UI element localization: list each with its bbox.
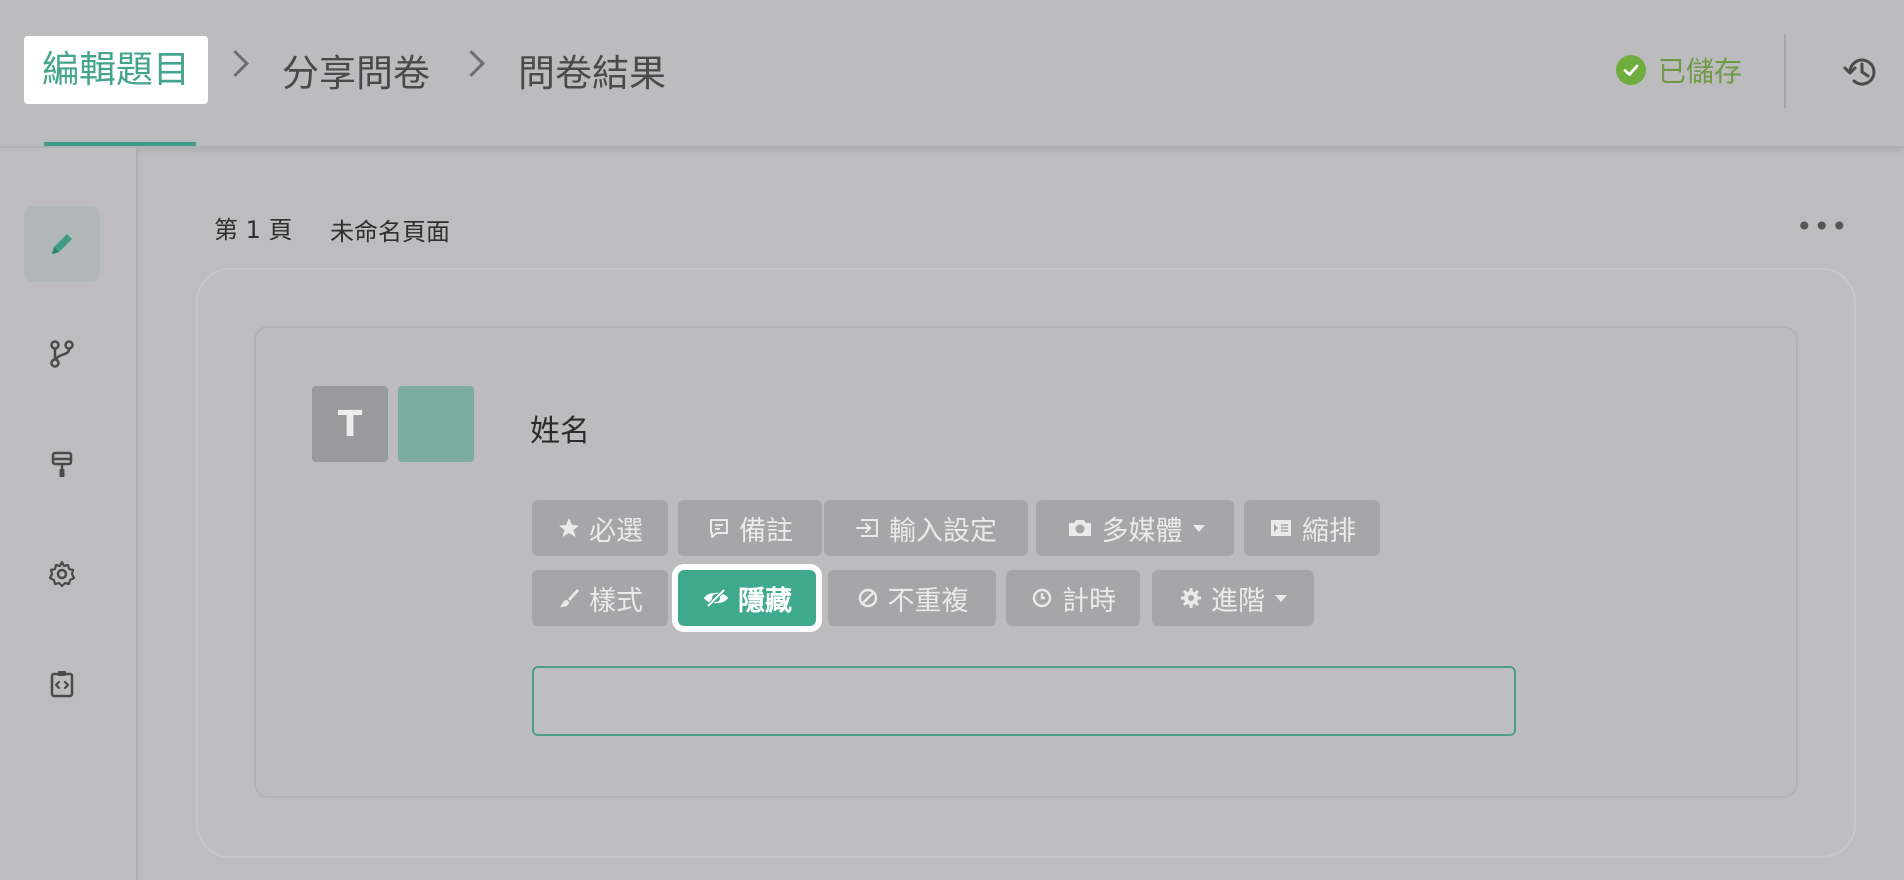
clock-icon [1032,588,1052,608]
pencil-icon [52,234,72,254]
option-label: 進階 [1211,585,1265,617]
history-icon[interactable] [1840,50,1884,94]
active-step-underline [44,142,196,146]
ban-icon [858,588,877,608]
option-label: 計時 [1062,585,1116,617]
required-option-button[interactable]: 必選 [532,500,668,556]
page-number-label: 第 1 頁 [214,216,293,244]
option-label: 縮排 [1302,515,1356,547]
more-options-icon[interactable]: ••• [1796,210,1849,243]
question-title[interactable]: 姓名 [530,406,590,450]
caret-down-icon [1275,594,1287,602]
question-color-swatch[interactable] [398,386,474,462]
option-label: 備註 [739,515,793,547]
input-settings-option-button[interactable]: 輸入設定 [824,500,1028,556]
edit-tool-button[interactable] [24,206,100,282]
option-label: 輸入設定 [889,515,997,547]
embed-tool-button[interactable] [24,646,100,722]
chevron-right-icon [458,50,485,77]
step-edit-questions[interactable]: 編輯題目 [24,36,208,104]
left-toolbar [0,148,138,880]
top-header: 編輯題目 分享問卷 問卷結果 已儲存 [0,0,1904,148]
answer-input[interactable] [532,666,1516,736]
style-tool-button[interactable] [24,426,100,502]
settings-tool-button[interactable] [24,536,100,612]
no-duplicate-option-button[interactable]: 不重複 [828,570,996,626]
gear-icon [1181,588,1201,608]
step-survey-results[interactable]: 問卷結果 [518,44,666,104]
style-option-button[interactable]: 樣式 [532,570,668,626]
advanced-option-button[interactable]: 進階 [1152,570,1314,626]
chevron-right-icon [222,50,249,77]
check-circle-icon [1616,55,1646,85]
branch-icon [50,340,74,368]
option-label: 不重複 [887,585,969,617]
eye-slash-icon [704,588,728,608]
star-icon [559,518,579,537]
question-type-badge[interactable]: T [312,386,388,462]
saved-status: 已儲存 [1616,50,1742,90]
indent-option-button[interactable]: 縮排 [1244,500,1380,556]
note-option-button[interactable]: 備註 [678,500,822,556]
comment-icon [710,519,728,538]
page-name-label[interactable]: 未命名頁面 [330,212,450,247]
hide-option-button[interactable]: 隱藏 [672,564,822,632]
brush-icon [560,589,579,607]
option-label: 多媒體 [1101,515,1183,547]
paint-roller-icon [51,451,73,477]
gear-icon [48,560,76,588]
input-icon [856,519,878,537]
header-divider [1784,34,1786,108]
media-option-button[interactable]: 多媒體 [1036,500,1234,556]
indent-icon [1271,520,1291,536]
saved-label: 已儲存 [1658,55,1743,88]
code-icon [50,671,74,698]
camera-icon [1068,520,1091,536]
step-share-survey[interactable]: 分享問卷 [282,44,430,104]
timer-option-button[interactable]: 計時 [1006,570,1140,626]
option-label: 樣式 [589,585,643,617]
option-label: 隱藏 [738,585,792,617]
logic-tool-button[interactable] [24,316,100,392]
caret-down-icon [1192,524,1205,532]
option-label: 必選 [589,515,643,547]
